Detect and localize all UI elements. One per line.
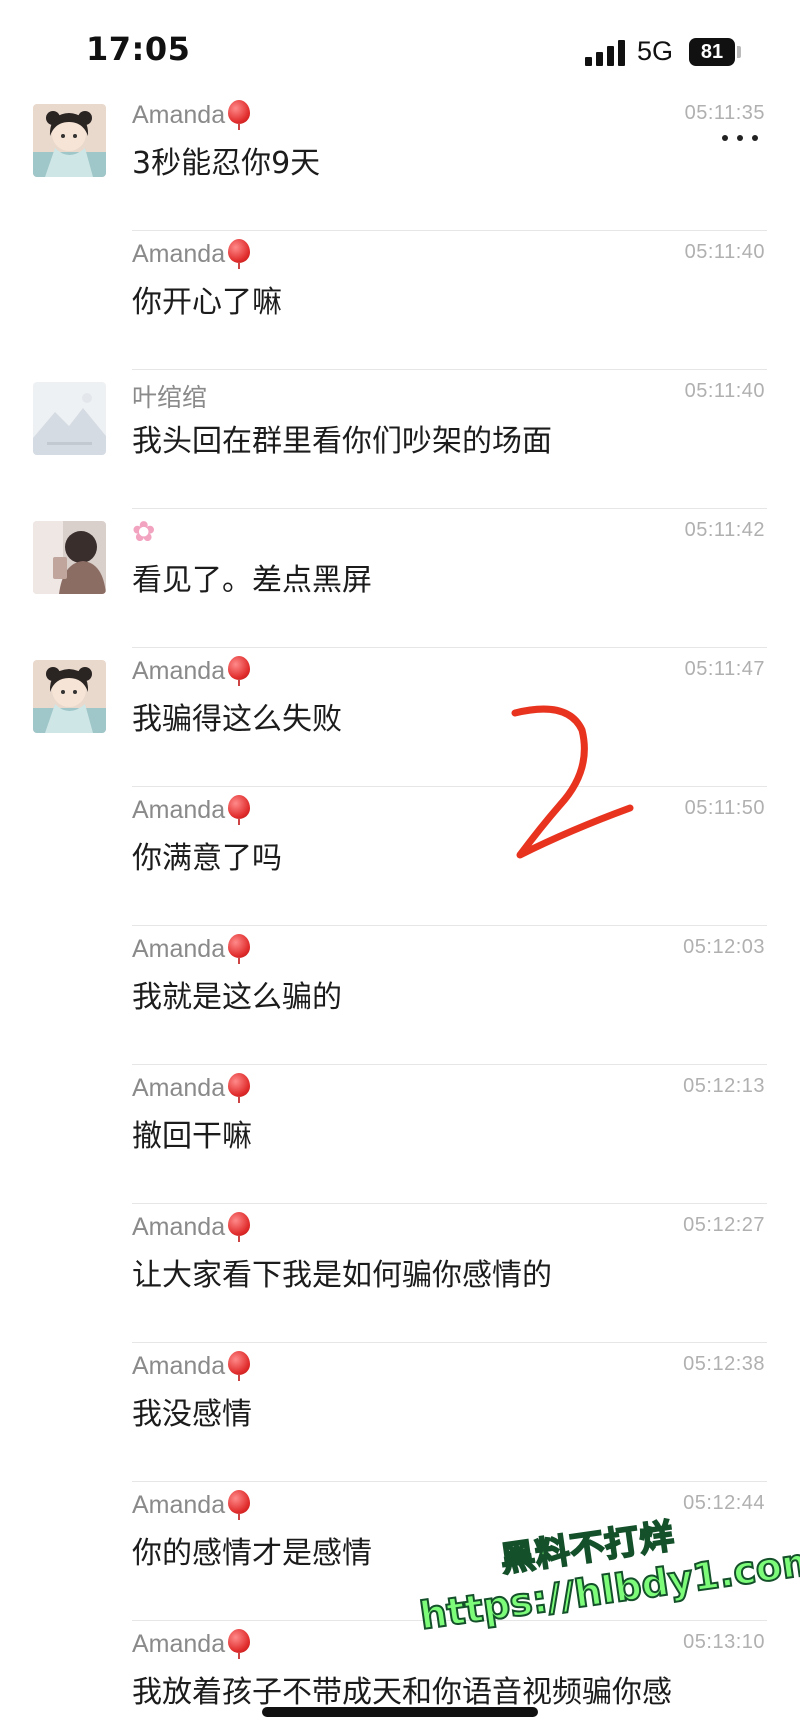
message-time: 05:11:40 [684, 380, 765, 402]
message-text[interactable]: 你的感情才是感情 [132, 1528, 372, 1572]
network-label: 5G [637, 36, 674, 66]
balloon-icon [227, 934, 251, 964]
message-text[interactable]: 你开心了嘛 [132, 277, 282, 321]
balloon-icon [227, 1629, 251, 1659]
message-time: 05:11:40 [684, 241, 765, 263]
message-row[interactable]: 叶绾绾 05:11:40 我头回在群里看你们吵架的场面 [0, 370, 800, 509]
sender-name: Amanda [132, 1351, 251, 1381]
chat-message-list: Amanda 05:11:35 3秒能忍你9天 Amanda 05:11:40 … [0, 92, 800, 1729]
signal-icon [585, 40, 627, 66]
balloon-icon [227, 656, 251, 686]
balloon-icon [227, 100, 251, 130]
message-time: 05:11:35 [684, 102, 765, 124]
message-row[interactable]: Amanda 05:12:27 让大家看下我是如何骗你感情的 [0, 1204, 800, 1343]
sender-name: Amanda [132, 1212, 251, 1242]
message-row[interactable]: Amanda 05:12:03 我就是这么骗的 [0, 926, 800, 1065]
message-time: 05:12:27 [683, 1214, 765, 1236]
message-time: 05:11:47 [684, 658, 765, 680]
sender-name: Amanda [132, 1490, 251, 1520]
message-time: 05:12:13 [683, 1075, 765, 1097]
sender-name: Amanda [132, 795, 251, 825]
message-text[interactable]: 我头回在群里看你们吵架的场面 [132, 416, 552, 460]
message-text[interactable]: 我就是这么骗的 [132, 972, 342, 1016]
battery-tip [737, 46, 741, 58]
balloon-icon [227, 1073, 251, 1103]
message-text[interactable]: 让大家看下我是如何骗你感情的 [132, 1250, 552, 1294]
sender-name: Amanda [132, 100, 251, 130]
message-row[interactable]: Amanda 05:11:50 你满意了吗 [0, 787, 800, 926]
balloon-icon [227, 1212, 251, 1242]
message-row[interactable]: Amanda 05:11:40 你开心了嘛 [0, 231, 800, 370]
avatar-yewanwan[interactable] [33, 382, 106, 455]
message-time: 05:12:38 [683, 1353, 765, 1375]
message-time: 05:11:42 [684, 519, 765, 541]
battery-icon: 81 [689, 38, 735, 66]
message-time: 05:12:03 [683, 936, 765, 958]
message-text[interactable]: 我没感情 [132, 1389, 252, 1433]
avatar-user[interactable] [33, 521, 106, 594]
sender-name: Amanda [132, 656, 251, 686]
message-row[interactable]: Amanda 05:12:13 撤回干嘛 [0, 1065, 800, 1204]
sender-name: ✿ [132, 517, 155, 547]
message-text[interactable]: 我放着孩子不带成天和你语音视频骗你感 [132, 1667, 672, 1711]
status-bar: 17:05 5G 81 [0, 0, 800, 100]
balloon-icon [227, 239, 251, 269]
message-text[interactable]: 看见了。差点黑屏 [132, 555, 372, 599]
home-indicator[interactable] [262, 1707, 538, 1717]
message-time: 05:11:50 [684, 797, 765, 819]
sender-name: Amanda [132, 934, 251, 964]
message-row[interactable]: Amanda 05:11:35 3秒能忍你9天 [0, 92, 800, 231]
sender-name: Amanda [132, 1629, 251, 1659]
sender-name: Amanda [132, 1073, 251, 1103]
message-text[interactable]: 3秒能忍你9天 [132, 138, 320, 182]
balloon-icon [227, 1490, 251, 1520]
status-time: 17:05 [86, 30, 191, 68]
avatar-amanda[interactable] [33, 660, 106, 733]
sender-name: Amanda [132, 239, 251, 269]
message-row[interactable]: Amanda 05:12:38 我没感情 [0, 1343, 800, 1482]
message-row[interactable]: Amanda 05:11:47 我骗得这么失败 [0, 648, 800, 787]
message-text[interactable]: 你满意了吗 [132, 833, 282, 877]
message-text[interactable]: 我骗得这么失败 [132, 694, 342, 738]
balloon-icon [227, 795, 251, 825]
message-row[interactable]: ✿ 05:11:42 看见了。差点黑屏 [0, 509, 800, 648]
message-text[interactable]: 撤回干嘛 [132, 1111, 252, 1155]
avatar-amanda[interactable] [33, 104, 106, 177]
flower-icon: ✿ [132, 516, 156, 547]
sender-name: 叶绾绾 [132, 384, 208, 412]
balloon-icon [227, 1351, 251, 1381]
